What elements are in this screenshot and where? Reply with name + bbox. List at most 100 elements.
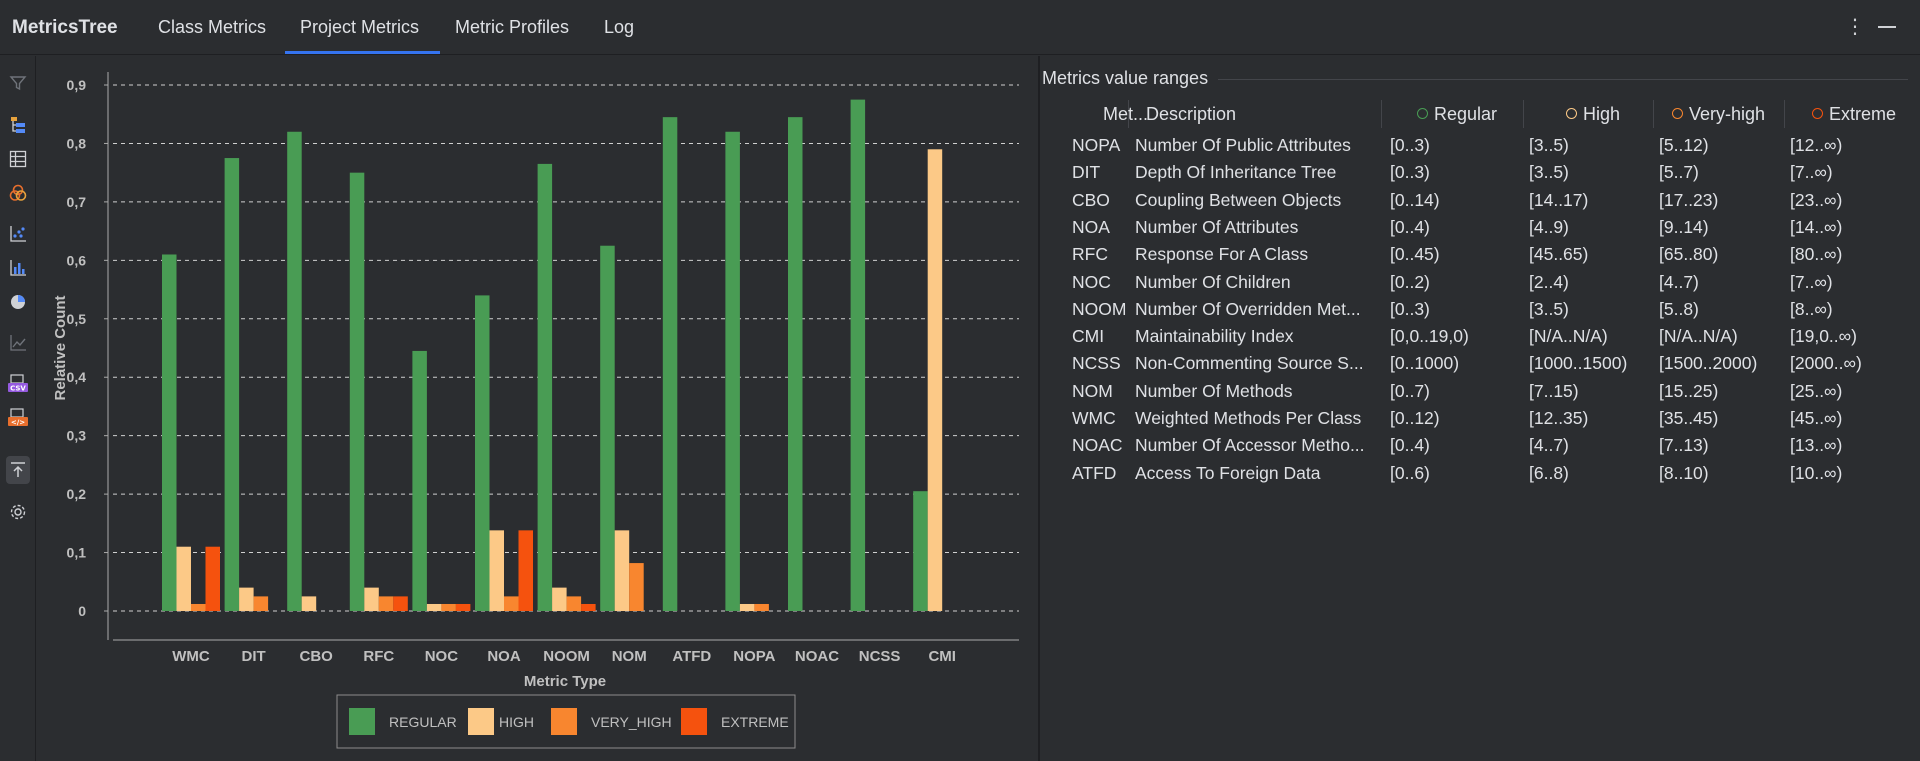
bar-regular-ncss: [850, 99, 866, 611]
cell-description: Weighted Methods Per Class: [1135, 408, 1362, 428]
table-row[interactable]: RFC Response For A Class [0..45) [45..65) [6…: [1065, 241, 1915, 268]
cell-description: Number Of Accessor Metho...: [1135, 435, 1365, 456]
section-separator: [1218, 79, 1908, 80]
cell-very-high: [4..7): [1659, 271, 1699, 292]
bar-extreme-noom: [581, 603, 596, 611]
y-tick-label: 0: [78, 603, 86, 619]
table-row[interactable]: CBO Coupling Between Objects [0..14) [14..1…: [1065, 187, 1915, 214]
cell-metric: WMC: [1072, 408, 1116, 428]
cell-metric: NOOM: [1072, 298, 1127, 319]
bar-regular-atfd: [662, 117, 678, 611]
y-tick-label: 0,2: [67, 486, 87, 502]
tree-metrics-icon[interactable]: [6, 113, 30, 137]
filter-icon[interactable]: [6, 71, 30, 95]
bar-regular-cbo: [287, 131, 302, 611]
cell-description: Number Of Methods: [1135, 380, 1293, 401]
cell-regular: [0..12): [1390, 408, 1440, 428]
bar-extreme-noc: [455, 603, 471, 611]
legend-swatch-high: [468, 708, 494, 735]
cell-high: [45..65): [1529, 244, 1589, 265]
column-header-regular[interactable]: Regular: [1385, 100, 1524, 128]
bar-high-noc: [426, 603, 442, 611]
cell-high: [14..17): [1529, 189, 1589, 210]
cell-metric: NOAC: [1072, 435, 1123, 456]
bar-chart-icon[interactable]: [6, 256, 30, 280]
table-row[interactable]: NOOM Number Of Overridden Met... [0..3) [3.…: [1065, 296, 1915, 323]
table-row[interactable]: NCSS Non-Commenting Source S... [0..1000) […: [1065, 350, 1915, 377]
table-row[interactable]: NOAC Number Of Accessor Metho... [0..4) [4.…: [1065, 432, 1915, 459]
export-csv-icon[interactable]: CSV: [6, 372, 30, 396]
y-tick-label: 0,3: [67, 428, 87, 444]
active-tab-indicator: [285, 51, 440, 54]
more-options-icon[interactable]: ⋮: [1845, 14, 1865, 38]
venn-icon[interactable]: [6, 181, 30, 205]
cell-very-high: [5..12): [1659, 135, 1709, 155]
column-header-very-high[interactable]: Very-high: [1654, 100, 1785, 128]
settings-icon[interactable]: [6, 500, 30, 524]
y-tick-label: 0,9: [67, 77, 87, 93]
bar-extreme-rfc: [393, 596, 408, 611]
table-row[interactable]: NOM Number Of Methods [0..7) [7..15) [15..25…: [1065, 378, 1915, 405]
cell-very-high: [5..7): [1659, 162, 1699, 183]
cell-regular: [0..3): [1390, 162, 1430, 183]
cell-metric: CBO: [1072, 189, 1110, 210]
table-row[interactable]: ATFD Access To Foreign Data [0..6) [6..8) [8…: [1065, 460, 1915, 487]
pie-chart-icon[interactable]: [6, 290, 30, 314]
line-chart-icon[interactable]: [6, 331, 30, 355]
cell-high: [12..35): [1529, 408, 1589, 428]
tab-log[interactable]: Log: [604, 17, 634, 38]
column-header-metric[interactable]: Met...: [1065, 100, 1148, 128]
table-grid-icon[interactable]: [6, 147, 30, 171]
table-row[interactable]: WMC Weighted Methods Per Class [0..12) [12.…: [1065, 405, 1915, 432]
cell-high: [4..9): [1529, 216, 1569, 237]
bar-very-high-rfc: [378, 596, 394, 611]
column-header-description[interactable]: Description: [1136, 100, 1382, 128]
export-xml-icon[interactable]: </>: [6, 406, 30, 430]
table-row[interactable]: CMI Maintainability Index [0,0..19,0) [N/A.…: [1065, 323, 1915, 350]
table-row[interactable]: NOA Number Of Attributes [0..4) [4..9) [9..1…: [1065, 214, 1915, 241]
column-header-extreme[interactable]: Extreme: [1785, 100, 1915, 128]
table-row[interactable]: NOC Number Of Children [0..2) [2..4) [4..7) […: [1065, 269, 1915, 296]
bar-high-noom: [552, 587, 567, 611]
bar-regular-rfc: [349, 172, 365, 611]
y-tick-label: 0,4: [67, 369, 87, 385]
cell-metric: NOM: [1072, 380, 1113, 401]
minimize-icon[interactable]: [1878, 26, 1896, 28]
cell-very-high: [9..14): [1659, 216, 1709, 237]
y-axis-label: Relative Count: [52, 295, 69, 400]
cell-description: Coupling Between Objects: [1135, 189, 1342, 210]
cell-metric: NCSS: [1072, 353, 1121, 374]
high-dot-icon: [1566, 107, 1577, 119]
top-bar: MetricsTree Class Metrics Project Metric…: [0, 0, 1920, 55]
cell-regular: [0..7): [1390, 380, 1430, 401]
table-row[interactable]: DIT Depth Of Inheritance Tree [0..3) [3..5)…: [1065, 159, 1915, 186]
cell-high: [3..5): [1529, 162, 1569, 183]
bar-high-nopa: [739, 603, 755, 611]
bar-very-high-wmc: [191, 603, 206, 611]
x-tick-label: NCSS: [859, 648, 901, 665]
cell-high: [6..8): [1529, 462, 1569, 483]
cell-high: [4..7): [1529, 435, 1569, 456]
metrics-bar-chart: 0 0,1 0,2 0,3 0,4 0,5 0,6 0,7 0,8 0,9 WMC DIT CBO RF…: [52, 72, 1019, 749]
table-row[interactable]: NOPA Number Of Public Attributes [0..3) [3.…: [1065, 132, 1915, 159]
scatter-chart-icon[interactable]: [6, 222, 30, 246]
cell-very-high: [5..8): [1659, 298, 1699, 319]
cell-very-high: [17..23): [1659, 189, 1719, 210]
ranges-section-title: Metrics value ranges: [1042, 68, 1209, 88]
cell-metric: NOA: [1072, 216, 1110, 237]
cell-regular: [0..45): [1390, 244, 1440, 265]
cell-extreme: [13..∞): [1790, 435, 1843, 456]
cell-regular: [0..4): [1390, 435, 1430, 456]
x-tick-label: CBO: [300, 648, 334, 665]
tab-project-metrics[interactable]: Project Metrics: [300, 17, 419, 38]
tab-class-metrics[interactable]: Class Metrics: [158, 17, 266, 38]
tab-metric-profiles[interactable]: Metric Profiles: [455, 17, 569, 38]
bar-high-rfc: [364, 587, 379, 611]
upload-icon[interactable]: [6, 456, 30, 484]
svg-text:CSV: CSV: [10, 385, 26, 393]
column-header-high[interactable]: High: [1524, 100, 1654, 128]
cell-extreme: [7..∞): [1790, 271, 1833, 292]
legend-label: EXTREME: [721, 714, 789, 730]
bar-high-dit: [239, 587, 254, 611]
regular-dot-icon: [1417, 107, 1428, 119]
